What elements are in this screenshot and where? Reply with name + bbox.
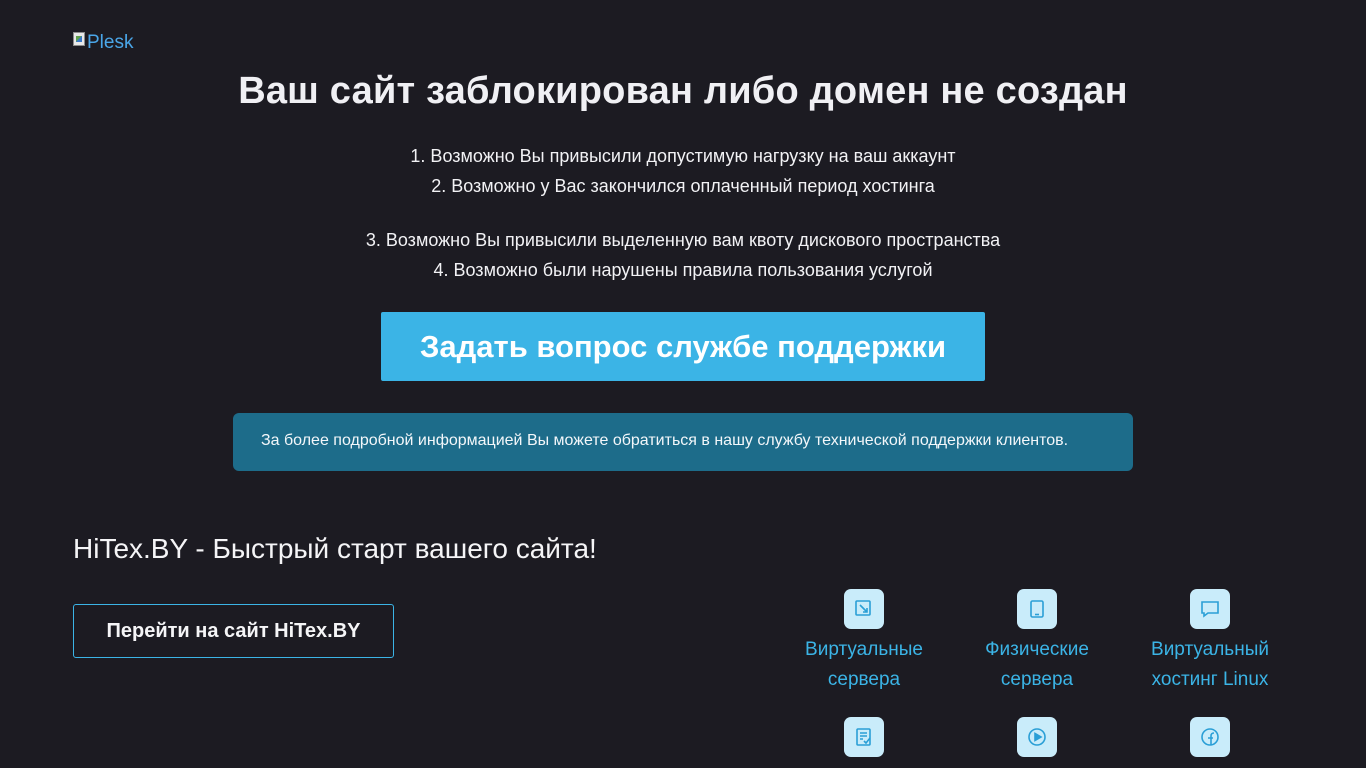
service-physical-servers[interactable]: Физические сервера bbox=[957, 589, 1117, 695]
broken-image-icon bbox=[73, 32, 85, 46]
chat-bubble-icon bbox=[1190, 589, 1230, 629]
plesk-logo-alt-text: Plesk bbox=[87, 32, 134, 53]
page: Plesk Ваш сайт заблокирован либо домен н… bbox=[0, 0, 1366, 768]
service-label: сервера bbox=[1000, 669, 1074, 690]
go-to-hitex-button[interactable]: Перейти на сайт HiTex.BY bbox=[73, 604, 394, 658]
service-label: Физические bbox=[985, 639, 1089, 660]
page-title: Ваш сайт заблокирован либо домен не созд… bbox=[238, 70, 1128, 112]
checklist-icon bbox=[844, 717, 884, 757]
service-item[interactable] bbox=[957, 717, 1117, 763]
reasons-list: 1. Возможно Вы привысили допустимую нагр… bbox=[0, 141, 1366, 285]
service-label: Виртуальный bbox=[1151, 639, 1269, 660]
tablet-icon bbox=[1017, 589, 1057, 629]
reason-item: 1. Возможно Вы привысили допустимую нагр… bbox=[410, 146, 956, 166]
service-item[interactable] bbox=[1130, 717, 1290, 763]
plesk-logo-link[interactable]: Plesk bbox=[73, 32, 133, 54]
reason-item: 4. Возможно были нарушены правила пользо… bbox=[433, 260, 933, 280]
play-circle-icon bbox=[1017, 717, 1057, 757]
service-label: хостинг Linux bbox=[1151, 669, 1269, 690]
service-label: Виртуальные bbox=[805, 639, 923, 660]
reason-item: 3. Возможно Вы привысили выделенную вам … bbox=[365, 230, 1001, 250]
service-label: сервера bbox=[827, 669, 901, 690]
reason-item: 2. Возможно у Вас закончился оплаченный … bbox=[431, 176, 935, 196]
ask-support-button[interactable]: Задать вопрос службе поддержки bbox=[381, 312, 985, 381]
info-alert-text: За более подробной информацией Вы можете… bbox=[261, 432, 1069, 449]
info-alert: За более подробной информацией Вы можете… bbox=[233, 413, 1133, 471]
slogan-heading: HiTex.BY - Быстрый старт вашего сайта! bbox=[73, 533, 597, 564]
service-linux-hosting[interactable]: Виртуальный хостинг Linux bbox=[1130, 589, 1290, 695]
service-virtual-servers[interactable]: Виртуальные сервера bbox=[784, 589, 944, 695]
facebook-icon bbox=[1190, 717, 1230, 757]
edit-window-icon bbox=[844, 589, 884, 629]
service-item[interactable] bbox=[784, 717, 944, 763]
